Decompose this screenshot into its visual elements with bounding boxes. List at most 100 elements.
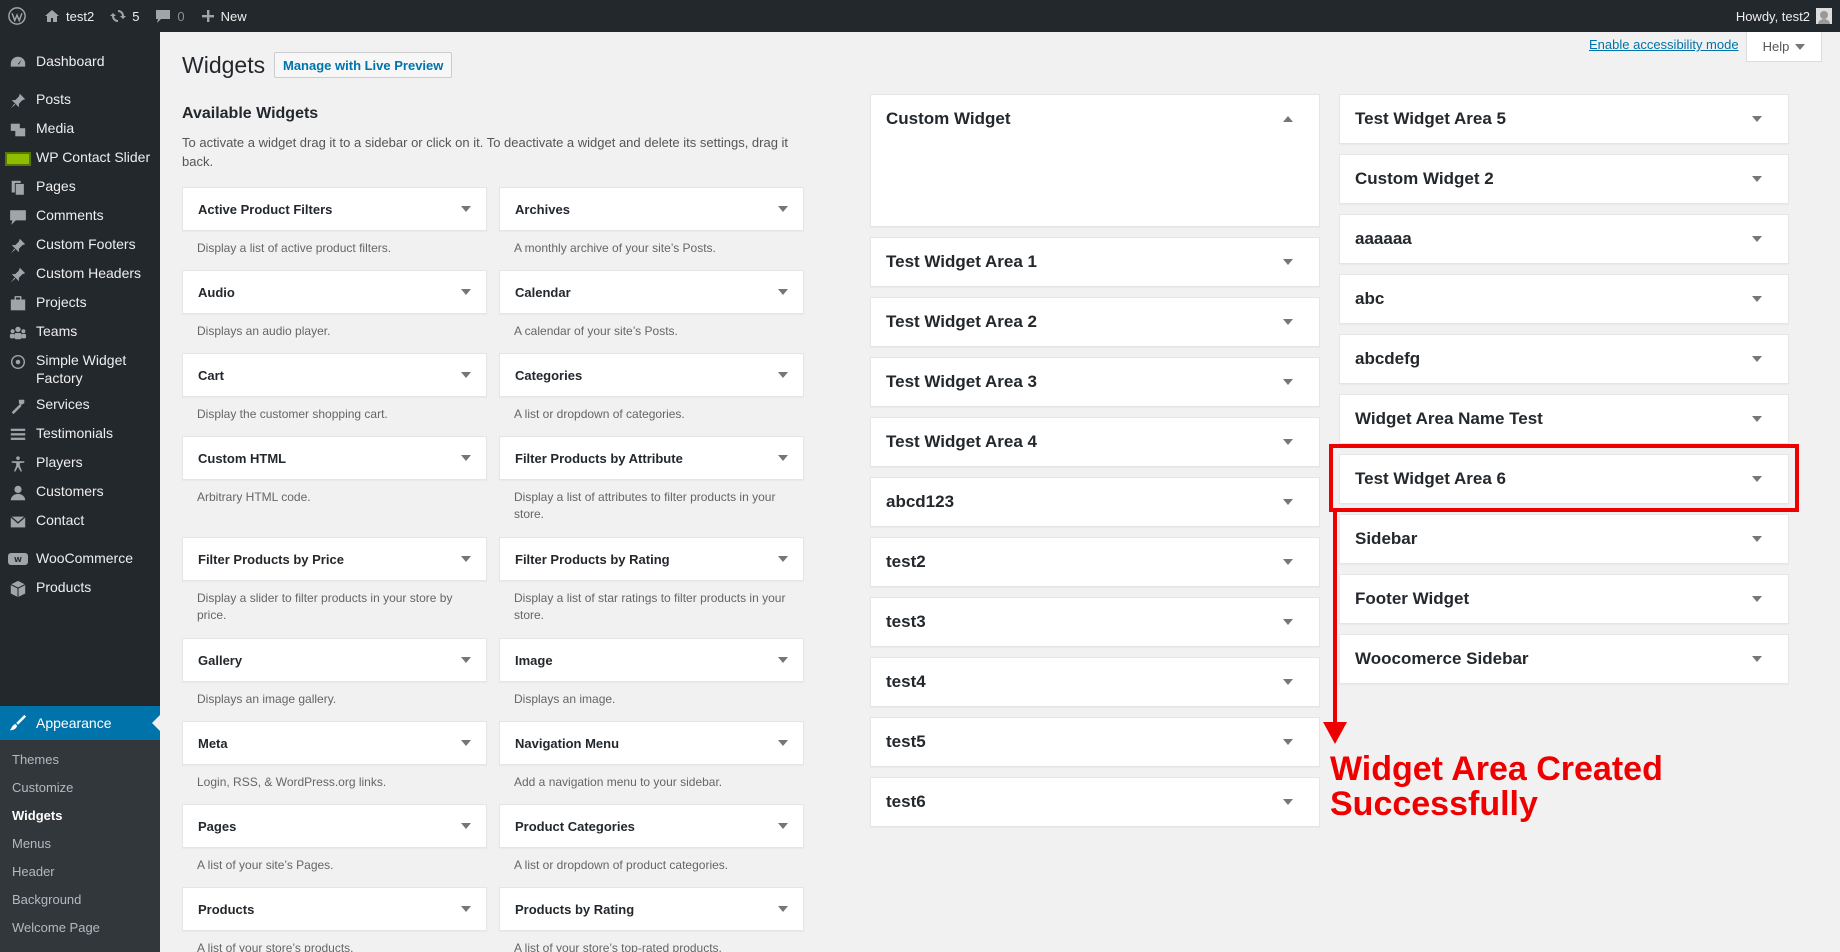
menu-item-services[interactable]: Services	[0, 395, 160, 415]
menu-item-customers[interactable]: Customers	[0, 482, 160, 502]
menu-item-posts[interactable]: Posts	[0, 90, 160, 110]
widget-title-bar[interactable]: Navigation Menu	[499, 721, 804, 765]
widget-area[interactable]: Test Widget Area 2	[870, 297, 1320, 347]
widget-area-header[interactable]: Test Widget Area 3	[871, 358, 1319, 406]
widget-area-header[interactable]: test6	[871, 778, 1319, 826]
widget-area-header[interactable]: test3	[871, 598, 1319, 646]
widget-item[interactable]: Navigation Menu Add a navigation menu to…	[499, 721, 804, 791]
chevron-down-icon[interactable]	[461, 657, 471, 663]
widget-area-header[interactable]: Test Widget Area 4	[871, 418, 1319, 466]
chevron-down-icon[interactable]	[1283, 799, 1293, 805]
widget-item[interactable]: Archives A monthly archive of your site’…	[499, 187, 804, 257]
chevron-down-icon[interactable]	[1283, 259, 1293, 265]
widget-item[interactable]: Pages A list of your site’s Pages.	[182, 804, 487, 874]
widget-area[interactable]: Footer Widget	[1339, 574, 1789, 624]
widget-area[interactable]: Widget Area Name Test	[1339, 394, 1789, 444]
widget-area-header[interactable]: Custom Widget 2	[1340, 155, 1788, 203]
menu-item-testimonials[interactable]: Testimonials	[0, 424, 160, 444]
widget-item[interactable]: Image Displays an image.	[499, 638, 804, 708]
menu-item-dashboard[interactable]: Dashboard	[0, 52, 160, 72]
widget-item[interactable]: Products A list of your store’s products…	[182, 887, 487, 952]
chevron-down-icon[interactable]	[1283, 439, 1293, 445]
widget-title-bar[interactable]: Calendar	[499, 270, 804, 314]
menu-item-teams[interactable]: Teams	[0, 322, 160, 342]
menu-item-products[interactable]: Products	[0, 578, 160, 598]
widget-title-bar[interactable]: Archives	[499, 187, 804, 231]
widget-item[interactable]: Meta Login, RSS, & WordPress.org links.	[182, 721, 487, 791]
widget-item[interactable]: Filter Products by Price Display a slide…	[182, 537, 487, 624]
chevron-down-icon[interactable]	[778, 657, 788, 663]
widget-title-bar[interactable]: Filter Products by Price	[182, 537, 487, 581]
submenu-item-menus[interactable]: Menus	[12, 836, 51, 851]
widget-area-header[interactable]: Custom Widget	[871, 95, 1319, 143]
chevron-down-icon[interactable]	[1752, 596, 1762, 602]
widget-area-header[interactable]: test5	[871, 718, 1319, 766]
submenu-item-header[interactable]: Header	[12, 864, 55, 879]
chevron-down-icon[interactable]	[778, 823, 788, 829]
site-name-link[interactable]: test2	[36, 0, 102, 32]
widget-area[interactable]: abcdefg	[1339, 334, 1789, 384]
widget-area-header[interactable]: test4	[871, 658, 1319, 706]
menu-item-custom-footers[interactable]: Custom Footers	[0, 235, 160, 255]
widget-area[interactable]: abc	[1339, 274, 1789, 324]
widget-item[interactable]: Active Product Filters Display a list of…	[182, 187, 487, 257]
chevron-down-icon[interactable]	[778, 740, 788, 746]
submenu-item-customize[interactable]: Customize	[12, 780, 73, 795]
menu-item-simple-widget-factory[interactable]: Simple Widget Factory	[0, 351, 160, 387]
widget-title-bar[interactable]: Audio	[182, 270, 487, 314]
chevron-down-icon[interactable]	[1752, 416, 1762, 422]
widget-item[interactable]: Audio Displays an audio player.	[182, 270, 487, 340]
widget-area[interactable]: aaaaaa	[1339, 214, 1789, 264]
widget-area[interactable]: test5	[870, 717, 1320, 767]
menu-item-media[interactable]: Media	[0, 119, 160, 139]
chevron-down-icon[interactable]	[1283, 379, 1293, 385]
widget-item[interactable]: Product Categories A list or dropdown of…	[499, 804, 804, 874]
widget-area[interactable]: Test Widget Area 3	[870, 357, 1320, 407]
chevron-down-icon[interactable]	[461, 556, 471, 562]
comments-link[interactable]: 0	[147, 0, 192, 32]
chevron-down-icon[interactable]	[461, 740, 471, 746]
widget-item[interactable]: Calendar A calendar of your site’s Posts…	[499, 270, 804, 340]
menu-item-appearance[interactable]: Appearance	[0, 706, 160, 740]
menu-item-custom-headers[interactable]: Custom Headers	[0, 264, 160, 284]
widget-title-bar[interactable]: Cart	[182, 353, 487, 397]
chevron-down-icon[interactable]	[778, 289, 788, 295]
widget-area[interactable]: test4	[870, 657, 1320, 707]
chevron-down-icon[interactable]	[461, 906, 471, 912]
widget-area[interactable]: Custom Widget	[870, 94, 1320, 227]
chevron-down-icon[interactable]	[1752, 116, 1762, 122]
widget-item[interactable]: Custom HTML Arbitrary HTML code.	[182, 436, 487, 506]
chevron-down-icon[interactable]	[1752, 356, 1762, 362]
widget-area[interactable]: Sidebar	[1339, 514, 1789, 564]
widget-area[interactable]: Test Widget Area 5	[1339, 94, 1789, 144]
accessibility-mode-link[interactable]: Enable accessibility mode	[1589, 37, 1739, 52]
widget-title-bar[interactable]: Image	[499, 638, 804, 682]
menu-item-pages[interactable]: Pages	[0, 177, 160, 197]
chevron-down-icon[interactable]	[778, 206, 788, 212]
chevron-down-icon[interactable]	[1752, 536, 1762, 542]
widget-area-header[interactable]: Test Widget Area 1	[871, 238, 1319, 286]
widget-area-header[interactable]: Sidebar	[1340, 515, 1788, 563]
widget-title-bar[interactable]: Pages	[182, 804, 487, 848]
widget-item[interactable]: Products by Rating A list of your store’…	[499, 887, 804, 952]
chevron-down-icon[interactable]	[778, 455, 788, 461]
widget-area[interactable]: test6	[870, 777, 1320, 827]
widget-item[interactable]: Filter Products by Rating Display a list…	[499, 537, 804, 624]
chevron-down-icon[interactable]	[461, 372, 471, 378]
widget-area[interactable]: abcd123	[870, 477, 1320, 527]
chevron-down-icon[interactable]	[1752, 296, 1762, 302]
menu-item-woocommerce[interactable]: W WooCommerce	[0, 549, 160, 567]
widget-area[interactable]: Test Widget Area 1	[870, 237, 1320, 287]
chevron-down-icon[interactable]	[1752, 176, 1762, 182]
widget-area[interactable]: Custom Widget 2	[1339, 154, 1789, 204]
widget-area-header[interactable]: abc	[1340, 275, 1788, 323]
widget-title-bar[interactable]: Products by Rating	[499, 887, 804, 931]
widget-item[interactable]: Gallery Displays an image gallery.	[182, 638, 487, 708]
widget-item[interactable]: Categories A list or dropdown of categor…	[499, 353, 804, 423]
widget-title-bar[interactable]: Products	[182, 887, 487, 931]
chevron-down-icon[interactable]	[1283, 559, 1293, 565]
widget-title-bar[interactable]: Filter Products by Attribute	[499, 436, 804, 480]
widget-area-header[interactable]: Woocomerce Sidebar	[1340, 635, 1788, 683]
menu-item-wp-contact-slider[interactable]: WP Contact Slider	[0, 148, 160, 166]
submenu-item-background[interactable]: Background	[12, 892, 81, 907]
